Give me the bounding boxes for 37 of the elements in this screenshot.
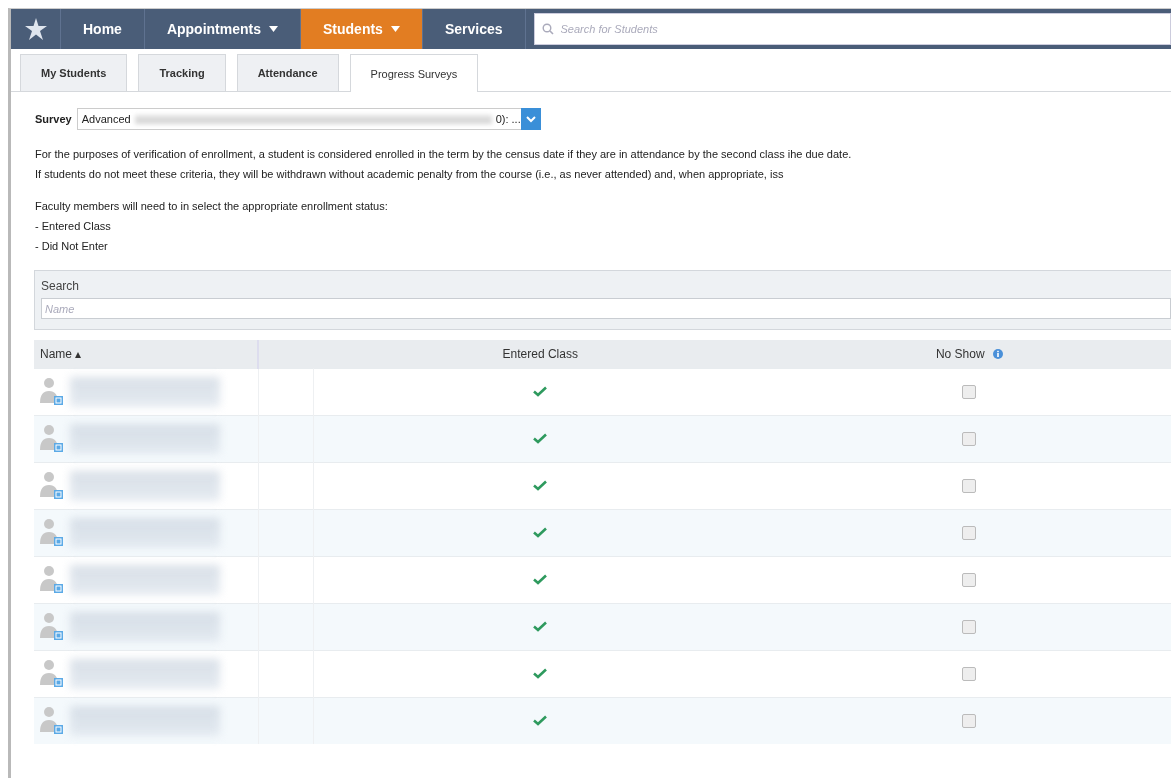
student-avatar-icon: [40, 377, 64, 407]
column-header[interactable]: Name ▴: [34, 340, 258, 369]
student-avatar-icon: [40, 424, 64, 454]
instruction-text: For the purposes of verification of enrollment, a student is considered enrolled in the term by the census date if they are in attendance by the second class ihe due date.: [35, 147, 853, 162]
checkbox[interactable]: [962, 620, 977, 635]
panel-title: Search: [41, 279, 80, 293]
checkbox[interactable]: [962, 667, 977, 682]
checkbox[interactable]: [962, 526, 977, 541]
survey-select[interactable]: Advanced 0): ...: [76, 108, 521, 130]
instruction-text: - Did Not Enter: [35, 239, 109, 254]
chevron-down-icon: [525, 115, 536, 123]
tab[interactable]: My Students: [20, 54, 128, 91]
info-icon[interactable]: [992, 349, 1003, 359]
tab[interactable]: Attendance: [236, 54, 339, 91]
student-avatar-icon: [40, 518, 64, 548]
checkbox[interactable]: [962, 385, 977, 400]
student-avatar-icon: [40, 471, 64, 501]
column-header: No Show: [935, 347, 985, 361]
instruction-text: If students do not meet these criteria, they will be withdrawn without academic penalty from the course (i.e., as never attended) and, when appropriate, iss: [35, 167, 785, 182]
checkbox[interactable]: [962, 714, 977, 729]
student-avatar-icon: [40, 565, 64, 595]
instruction-text: - Entered Class: [35, 219, 112, 234]
search-field[interactable]: Search for Students: [533, 13, 1171, 45]
student-avatar-icon: [40, 612, 64, 642]
search-icon: [541, 23, 554, 35]
tab[interactable]: Progress Surveys: [349, 54, 479, 92]
tab[interactable]: Tracking: [138, 54, 226, 91]
dropdown-button[interactable]: [520, 108, 541, 130]
checkbox[interactable]: [962, 479, 977, 494]
checkbox[interactable]: [962, 432, 977, 447]
student-avatar-icon: [40, 706, 64, 736]
field-label: Survey: [35, 113, 72, 125]
name-search-field[interactable]: Name: [41, 298, 1171, 319]
student-avatar-icon: [40, 659, 64, 689]
instruction-text: Faculty members will need to in select the appropriate enrollment status:: [35, 199, 389, 214]
column-header: Entered Class: [313, 340, 768, 369]
checkbox[interactable]: [962, 573, 977, 588]
